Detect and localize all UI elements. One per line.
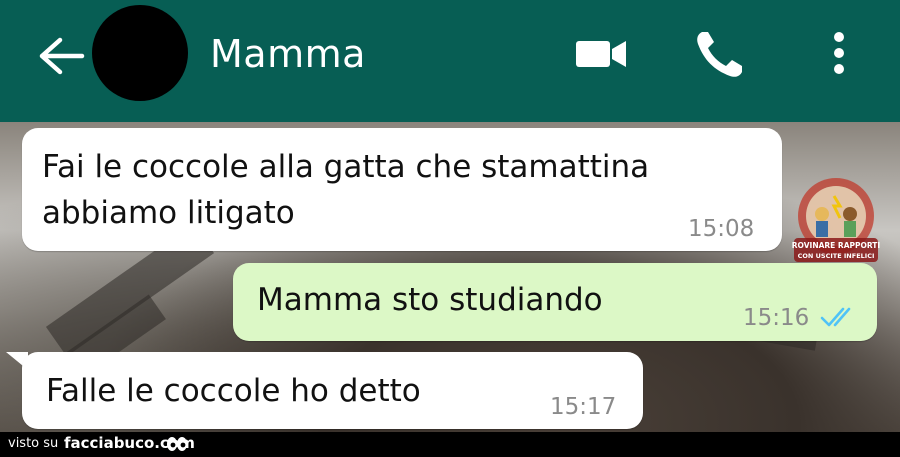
watermark-line1: ROVINARE RAPPORTI [792, 241, 881, 250]
message-time: 15:17 [550, 394, 617, 420]
watermark-logo: ROVINARE RAPPORTI CON USCITE INFELICI [792, 178, 881, 262]
message-incoming[interactable]: Fai le coccole alla gatta che stamattina… [22, 128, 782, 251]
message-text: Falle le coccole ho detto [46, 373, 421, 409]
message-text: Mamma sto studiando [257, 282, 603, 318]
avatar[interactable] [92, 5, 188, 101]
message-text: abbiamo litigato [42, 195, 295, 231]
video-camera-icon[interactable] [574, 36, 628, 72]
message-time: 15:16 [743, 305, 810, 331]
footer-bar: visto su facciabuco.com [0, 432, 900, 457]
message-outgoing[interactable]: Mamma sto studiando 15:16 [233, 263, 877, 341]
phone-icon[interactable] [692, 28, 746, 80]
contact-name[interactable]: Mamma [210, 32, 366, 76]
eyes-icon [167, 437, 187, 451]
footer-visto-text: visto su [8, 436, 59, 451]
double-check-icon [820, 307, 851, 327]
more-vert-icon[interactable] [826, 30, 852, 76]
message-incoming[interactable]: Falle le coccole ho detto 15:17 [22, 352, 643, 429]
message-time: 15:08 [688, 216, 755, 242]
chat-header: Mamma [0, 0, 900, 122]
message-text: Fai le coccole alla gatta che stamattina [42, 149, 650, 185]
watermark-line2: CON USCITE INFELICI [798, 252, 875, 260]
arrow-back-icon[interactable] [36, 34, 86, 78]
